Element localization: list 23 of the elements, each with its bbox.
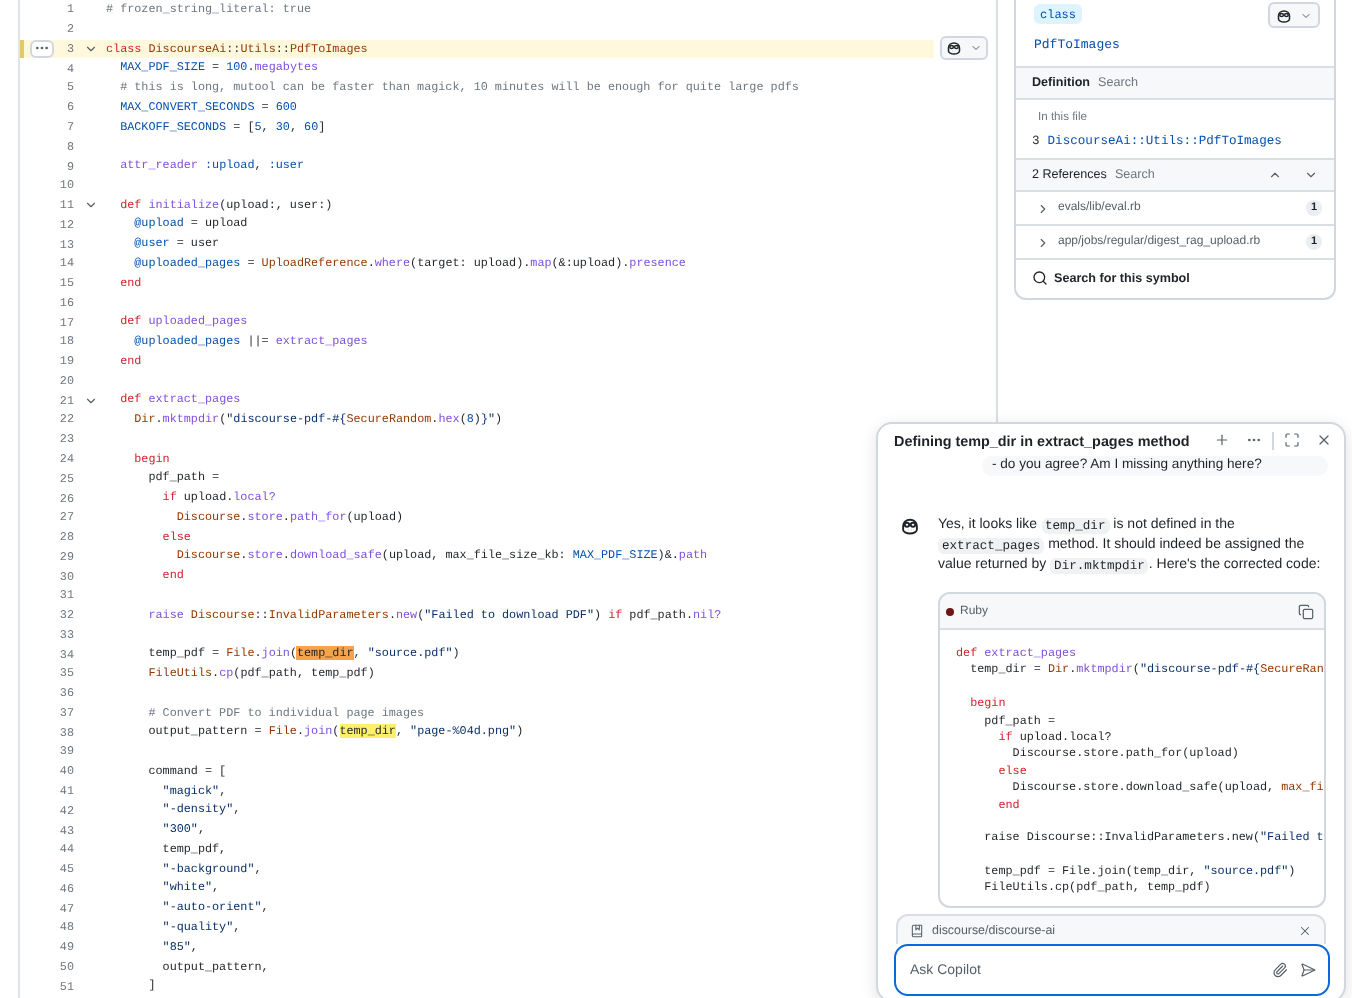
robot-icon	[946, 39, 962, 56]
copilot-button[interactable]	[940, 35, 988, 60]
paperclip-icon[interactable]	[1272, 962, 1288, 978]
robot-icon	[1276, 7, 1292, 23]
more-button[interactable]	[29, 39, 53, 58]
chevron-icon[interactable]	[83, 41, 97, 56]
chevron-down-icon[interactable]	[1304, 168, 1318, 182]
assistant-avatar-icon	[900, 516, 920, 536]
language-dot-icon	[946, 607, 954, 615]
repo-icon	[910, 923, 924, 937]
caret-icon	[970, 41, 982, 54]
close-icon[interactable]	[1298, 923, 1312, 937]
chevron-up-icon[interactable]	[1268, 168, 1282, 182]
send-icon[interactable]	[1300, 962, 1316, 978]
chevron-icon[interactable]	[83, 198, 97, 213]
plus-icon[interactable]	[1214, 432, 1230, 448]
close-icon[interactable]	[1316, 432, 1332, 448]
copilot-button[interactable]	[1268, 2, 1320, 28]
caret-icon	[1300, 9, 1312, 21]
search-icon	[1032, 270, 1048, 286]
copy-icon[interactable]	[1298, 603, 1314, 619]
maximize-icon[interactable]	[1284, 432, 1300, 448]
chevron-icon[interactable]	[83, 393, 97, 408]
